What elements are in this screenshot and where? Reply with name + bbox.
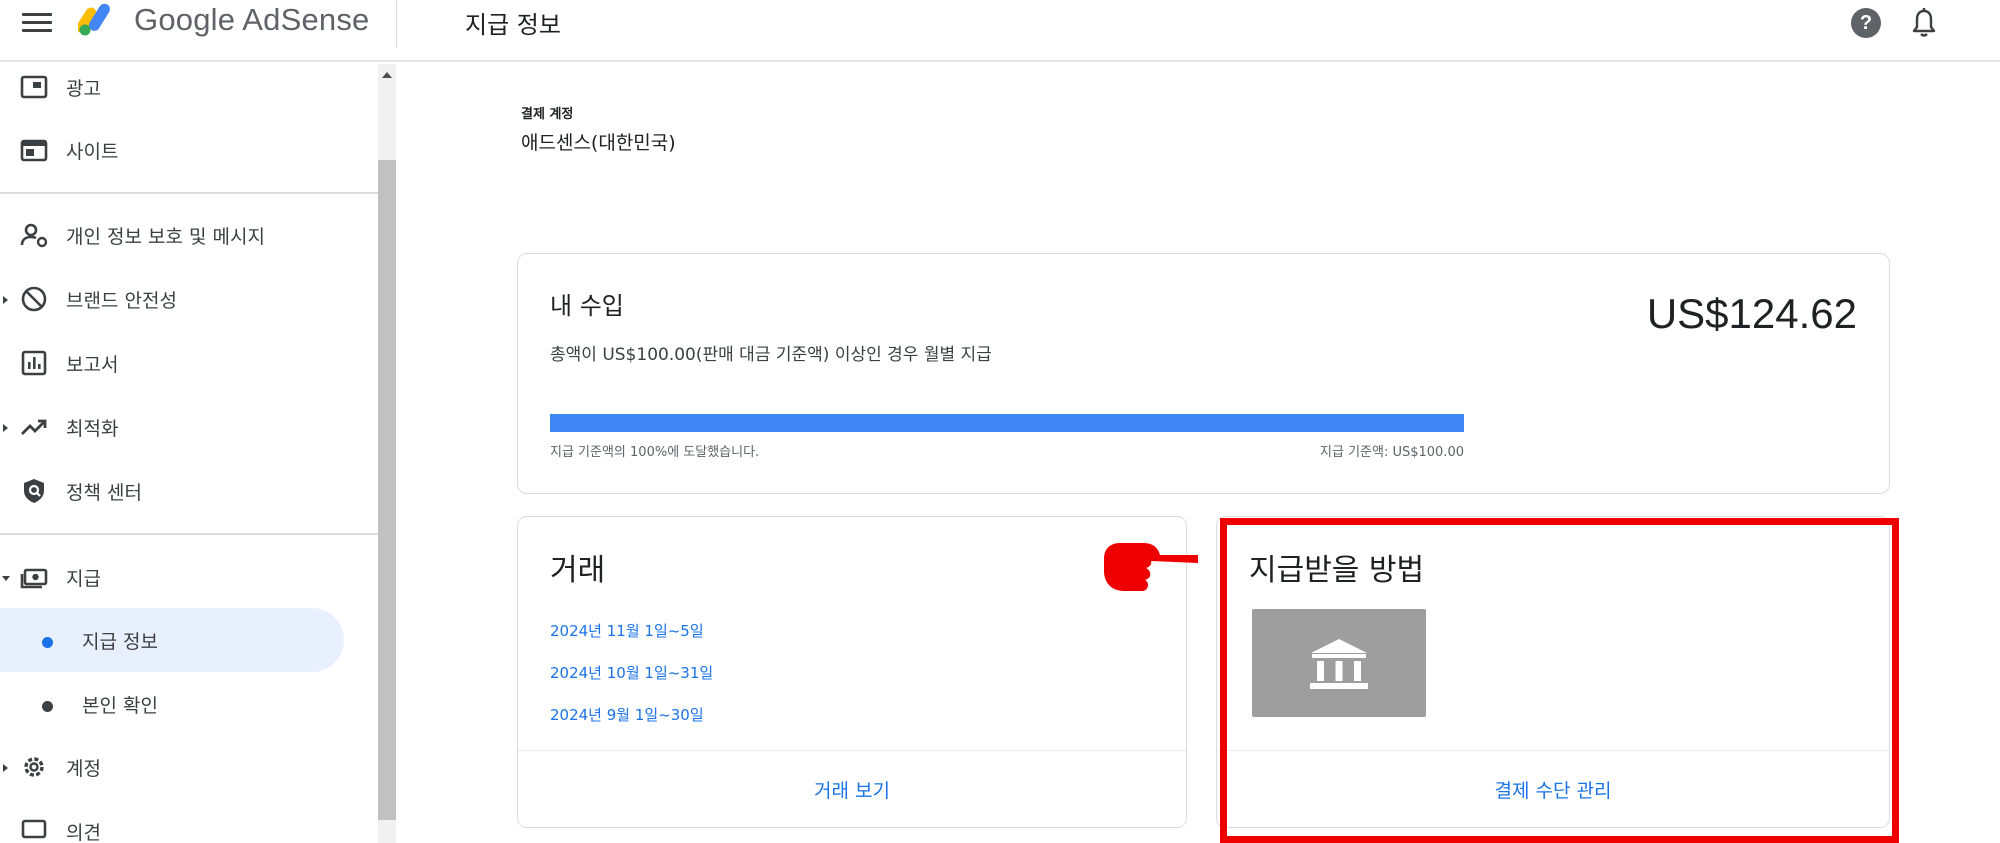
sidebar-subitem-verification[interactable]: 본인 확인 [0,672,344,736]
sidebar-nav: 광고 사이트 개인 정보 보호 및 메시지 브랜드 안전성 보고서 최적화 정책… [0,64,378,843]
gear-icon [24,757,44,777]
sidebar-subitem-payment-info[interactable]: 지급 정보 [0,608,344,672]
sidebar-item-policy-center[interactable]: 정책 센터 [0,462,378,520]
progress-fill [550,414,1464,432]
sidebar-item-payments[interactable]: 지급 [0,548,378,606]
sidebar-item-reports[interactable]: 보고서 [0,334,378,392]
earnings-card: 내 수입 총액이 US$100.00(판매 대금 기준액) 이상인 경우 월별 … [517,253,1890,494]
sidebar-item-label: 의견 [66,822,101,843]
sidebar-item-label: 계정 [66,758,101,780]
sidebar-item-optimization[interactable]: 최적화 [0,398,378,456]
payment-threshold-progress [550,414,1464,432]
site-icon [20,139,48,162]
bullet-dot-icon [42,637,53,648]
sidebar-item-label: 지급 [66,568,101,590]
sidebar-item-label: 보고서 [66,354,119,376]
sidebar-item-feedback[interactable]: 의견 [0,802,378,843]
bank-account-tile[interactable] [1252,609,1426,717]
expand-arrow-icon[interactable] [3,424,8,432]
bar-chart-icon [21,350,47,376]
top-app-bar: Google AdSense 지급 정보 ? [0,0,2000,62]
notifications-bell-icon[interactable] [1909,7,1939,39]
transaction-period-link[interactable]: 2024년 10월 1일~31일 [550,662,713,683]
sidebar-subitem-label: 본인 확인 [82,695,158,717]
sidebar-scrollbar-thumb[interactable] [378,160,396,820]
bullet-dot-icon [42,701,53,712]
transaction-period-link[interactable]: 2024년 9월 1일~30일 [550,704,704,725]
sidebar-item-label: 개인 정보 보호 및 메시지 [66,226,265,248]
ad-unit-icon [20,75,48,99]
hamburger-menu-icon[interactable] [22,10,52,34]
payment-method-title: 지급받을 방법 [1249,553,1425,588]
sidebar-item-sites[interactable]: 사이트 [0,121,378,179]
transactions-card: 거래 2024년 11월 1일~5일 2024년 10월 1일~31일 2024… [517,516,1187,828]
sidebar-subitem-label: 지급 정보 [82,631,158,653]
pointing-hand-icon [1104,543,1198,591]
sidebar-item-label: 최적화 [66,418,119,440]
sidebar-item-label: 브랜드 안전성 [66,290,177,312]
payment-method-card: 지급받을 방법 결제 수단 관리 [1216,516,1890,828]
earnings-description: 총액이 US$100.00(판매 대금 기준액) 이상인 경우 월별 지급 [550,345,992,365]
sidebar-item-account[interactable]: 계정 [0,738,378,796]
sidebar-item-ads[interactable]: 광고 [0,64,378,116]
scroll-up-arrow-icon[interactable] [382,72,392,78]
sidebar-divider [0,192,378,194]
privacy-icon [20,223,48,248]
sidebar-item-brand-safety[interactable]: 브랜드 안전성 [0,270,378,328]
manage-payment-methods-button[interactable]: 결제 수단 관리 [1217,776,1889,803]
card-divider [1217,749,1889,751]
block-icon [21,286,47,312]
transactions-title: 거래 [550,553,606,588]
sidebar-divider [0,533,378,535]
card-divider [518,749,1186,751]
view-transactions-button[interactable]: 거래 보기 [518,776,1186,803]
earnings-amount: US$124.62 [1646,290,1857,337]
sidebar-item-privacy[interactable]: 개인 정보 보호 및 메시지 [0,206,378,264]
expand-arrow-icon[interactable] [3,296,8,304]
expand-arrow-icon[interactable] [3,764,8,772]
adsense-logo-icon [78,3,110,36]
payment-account-label: 결제 계정 [521,107,574,122]
collapse-arrow-icon[interactable] [2,576,10,581]
transaction-period-link[interactable]: 2024년 11월 1일~5일 [550,620,704,641]
feedback-icon [21,819,47,839]
page-title: 지급 정보 [465,11,561,39]
bank-icon [1310,639,1368,689]
payment-threshold-text: 지급 기준액: US$100.00 [1320,445,1464,460]
shield-icon [24,479,44,503]
payment-account-value: 애드센스(대한민국) [521,132,676,154]
header-divider [396,0,397,48]
sidebar-item-label: 사이트 [66,141,119,163]
earnings-title: 내 수입 [550,292,624,320]
logo-text[interactable]: Google AdSense [134,2,369,38]
trending-up-icon [21,419,47,435]
payments-icon [20,568,48,589]
sidebar-item-label: 정책 센터 [66,482,142,504]
sidebar-item-label: 광고 [66,78,101,100]
help-icon[interactable]: ? [1851,8,1881,38]
